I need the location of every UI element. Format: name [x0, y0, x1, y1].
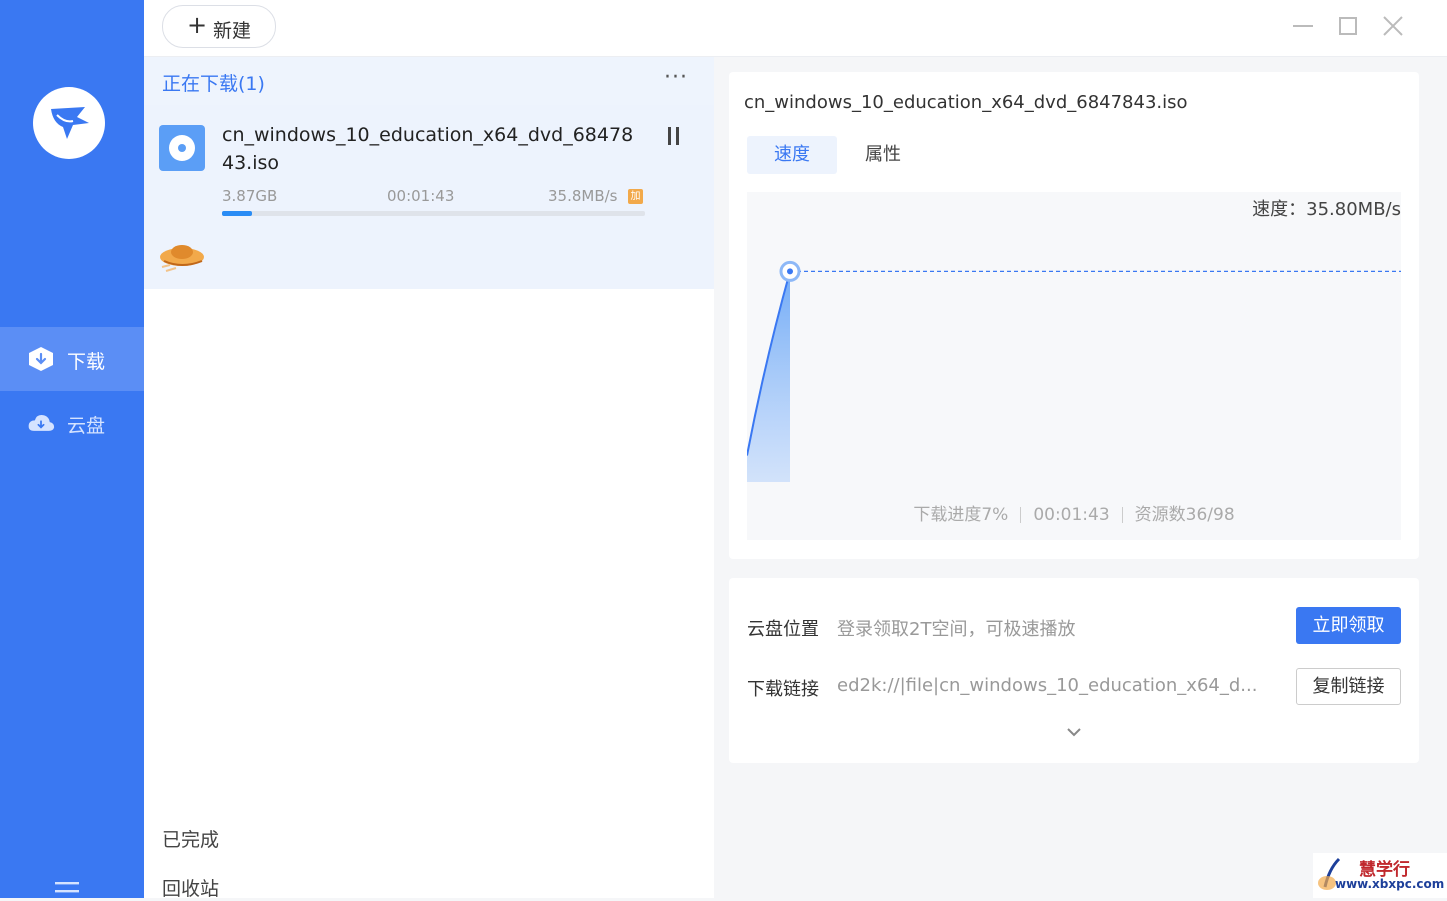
chevron-down-icon[interactable]: [1065, 726, 1083, 738]
downloading-section-title[interactable]: 正在下载(1): [162, 69, 265, 96]
ufo-accelerator-icon[interactable]: [158, 235, 210, 275]
sidebar: 下载 云盘: [0, 0, 144, 898]
tab-speed[interactable]: 速度: [747, 136, 837, 174]
task-progress-fill: [222, 211, 252, 216]
completed-section[interactable]: 已完成: [162, 825, 219, 852]
task-file-name: cn_windows_10_education_x64_dvd_6847843.…: [222, 124, 634, 174]
pause-button[interactable]: [666, 127, 682, 147]
claim-now-button[interactable]: 立即领取: [1296, 607, 1401, 644]
task-elapsed-time: 00:01:43: [387, 187, 455, 205]
current-speed-label: 速度：35.80MB/s: [1252, 199, 1401, 220]
progress-percent-stat: 下载进度7%: [913, 505, 1009, 525]
disc-image-file-icon: [159, 125, 205, 171]
toolbar: + 新建: [144, 0, 1447, 57]
new-task-label: 新建: [213, 20, 252, 42]
sidebar-item-cloud[interactable]: 云盘: [0, 391, 144, 455]
download-link-value[interactable]: ed2k://|file|cn_windows_10_education_x64…: [837, 675, 1257, 696]
task-size: 3.87GB: [222, 187, 278, 205]
source-count-stat: 资源数36/98: [1134, 505, 1235, 525]
downloading-section-header: 正在下载(1) ···: [144, 57, 714, 105]
site-watermark: 慧学行 www.xbxpc.com: [1313, 853, 1447, 898]
speed-chart-svg: [746, 260, 1401, 482]
copy-link-button[interactable]: 复制链接: [1296, 668, 1401, 705]
more-options-icon[interactable]: ···: [664, 65, 688, 90]
task-detail-card: cn_windows_10_education_x64_dvd_6847843.…: [729, 72, 1419, 559]
download-list-panel: 正在下载(1) ··· cn_windows_10_education_x64_…: [144, 57, 714, 901]
speedup-badge-icon[interactable]: 加: [628, 189, 643, 204]
task-info-card: 云盘位置 登录领取2T空间，可极速播放 立即领取 下载链接 ed2k://|fi…: [729, 578, 1419, 763]
sidebar-item-download[interactable]: 下载: [0, 327, 144, 391]
bird-logo-icon[interactable]: [33, 87, 105, 159]
current-speed-point-center: [787, 268, 793, 275]
sidebar-item-label: 下载: [67, 351, 106, 373]
download-link-label: 下载链接: [747, 679, 819, 700]
hamburger-menu-icon[interactable]: [55, 880, 79, 898]
chart-stats: 下载进度7% 00:01:43 资源数36/98: [747, 500, 1401, 525]
download-task-row[interactable]: cn_windows_10_education_x64_dvd_6847843.…: [144, 105, 714, 289]
plus-icon: +: [187, 11, 208, 39]
elapsed-time-stat: 00:01:43: [1033, 505, 1110, 525]
cloud-icon: [28, 415, 55, 431]
recycle-bin-section[interactable]: 回收站: [162, 874, 219, 901]
close-icon[interactable]: [1381, 14, 1405, 38]
maximize-icon[interactable]: [1336, 14, 1360, 38]
sidebar-item-label: 云盘: [67, 415, 106, 437]
speed-area: [747, 271, 790, 482]
minimize-icon[interactable]: [1291, 14, 1315, 38]
new-task-button[interactable]: + 新建: [162, 5, 276, 48]
cloud-location-label: 云盘位置: [747, 619, 819, 640]
watermark-url: www.xbxpc.com: [1335, 877, 1445, 891]
download-shield-icon: [29, 347, 53, 371]
speed-chart: 速度：35.80MB/s 下载进度7% 00:01:43 资源数36/98: [746, 192, 1401, 540]
tab-properties[interactable]: 属性: [847, 136, 919, 174]
cloud-location-value: 登录领取2T空间，可极速播放: [837, 619, 1076, 640]
task-speed: 35.8MB/s: [548, 187, 618, 205]
task-progress-bar: [222, 211, 645, 216]
detail-file-name: cn_windows_10_education_x64_dvd_6847843.…: [744, 92, 1188, 113]
